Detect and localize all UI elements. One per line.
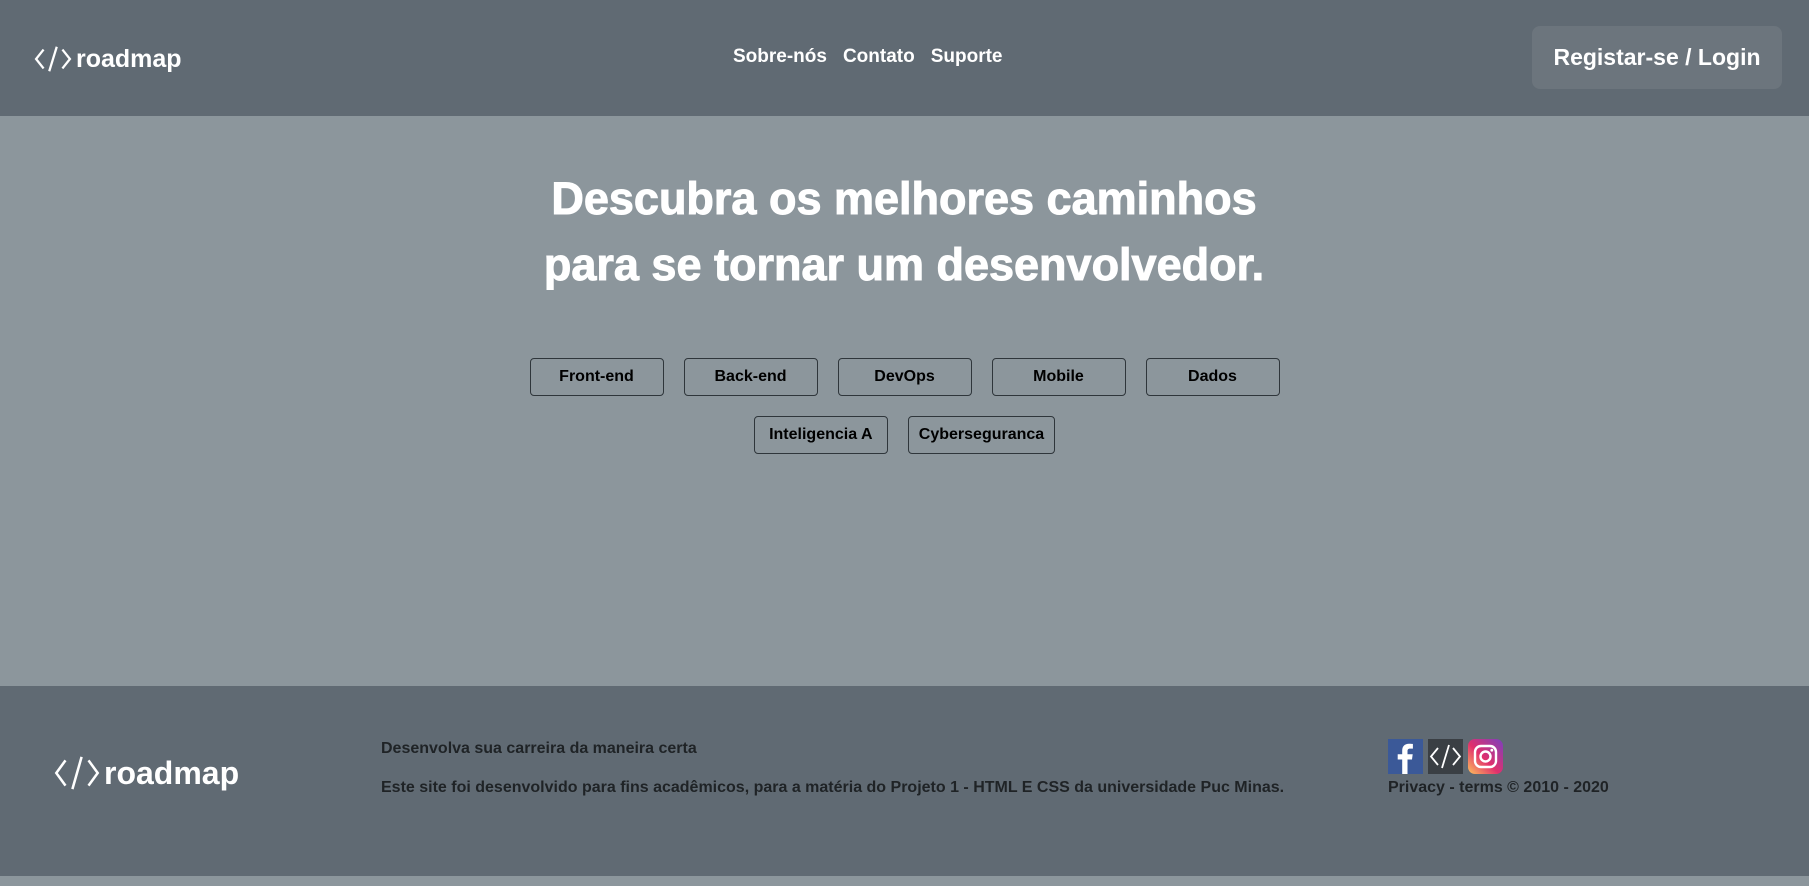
- hero-title-line-2: para se tornar um desenvolvedor.: [543, 239, 1265, 291]
- code-brackets-icon: [54, 756, 100, 790]
- nav-link-contato[interactable]: Contato: [843, 46, 915, 68]
- social-links: [1388, 739, 1503, 774]
- logo-text: roadmap: [76, 44, 182, 73]
- footer-text-block: Desenvolva sua carreira da maneira certa…: [381, 740, 1284, 818]
- roadmap-button-dados[interactable]: Dados: [1145, 358, 1280, 396]
- roadmap-button-cyberseguranca[interactable]: Cyberseguranca: [907, 416, 1056, 454]
- header-logo[interactable]: roadmap: [34, 40, 182, 78]
- roadmap-buttons-row-2: Inteligencia A Cyberseguranca: [0, 416, 1809, 454]
- nav-link-sobre-nos[interactable]: Sobre-nós: [733, 46, 827, 68]
- nav-link-suporte[interactable]: Suporte: [931, 46, 1003, 68]
- instagram-icon[interactable]: [1468, 739, 1503, 774]
- site-header: roadmap Sobre-nós Contato Suporte Regist…: [0, 0, 1809, 116]
- roadmap-button-back-end[interactable]: Back-end: [683, 358, 818, 396]
- footer-logo-text: roadmap: [104, 754, 240, 791]
- footer-legal-text: Privacy - terms © 2010 - 2020: [1388, 779, 1609, 796]
- site-footer: roadmap Desenvolva sua carreira da manei…: [0, 686, 1809, 876]
- footer-logo[interactable]: roadmap: [54, 752, 239, 794]
- register-login-button[interactable]: Registar-se / Login: [1532, 26, 1782, 89]
- roadmap-button-mobile[interactable]: Mobile: [991, 358, 1126, 396]
- roadmap-icon[interactable]: [1428, 739, 1463, 774]
- footer-description: Este site foi desenvolvido para fins aca…: [381, 779, 1285, 796]
- hero-title: Descubra os melhores caminhos para se to…: [404, 166, 1404, 298]
- hero-title-line-1: Descubra os melhores caminhos: [551, 173, 1257, 225]
- roadmap-button-inteligencia-a[interactable]: Inteligencia A: [753, 416, 888, 454]
- roadmap-button-front-end[interactable]: Front-end: [529, 358, 664, 396]
- facebook-icon[interactable]: [1388, 739, 1423, 774]
- roadmap-button-devops[interactable]: DevOps: [837, 358, 972, 396]
- roadmap-buttons-row-1: Front-end Back-end DevOps Mobile Dados: [0, 358, 1809, 396]
- code-brackets-icon: [34, 46, 72, 72]
- main-nav: Sobre-nós Contato Suporte: [733, 46, 1003, 68]
- footer-tagline: Desenvolva sua carreira da maneira certa: [381, 740, 697, 757]
